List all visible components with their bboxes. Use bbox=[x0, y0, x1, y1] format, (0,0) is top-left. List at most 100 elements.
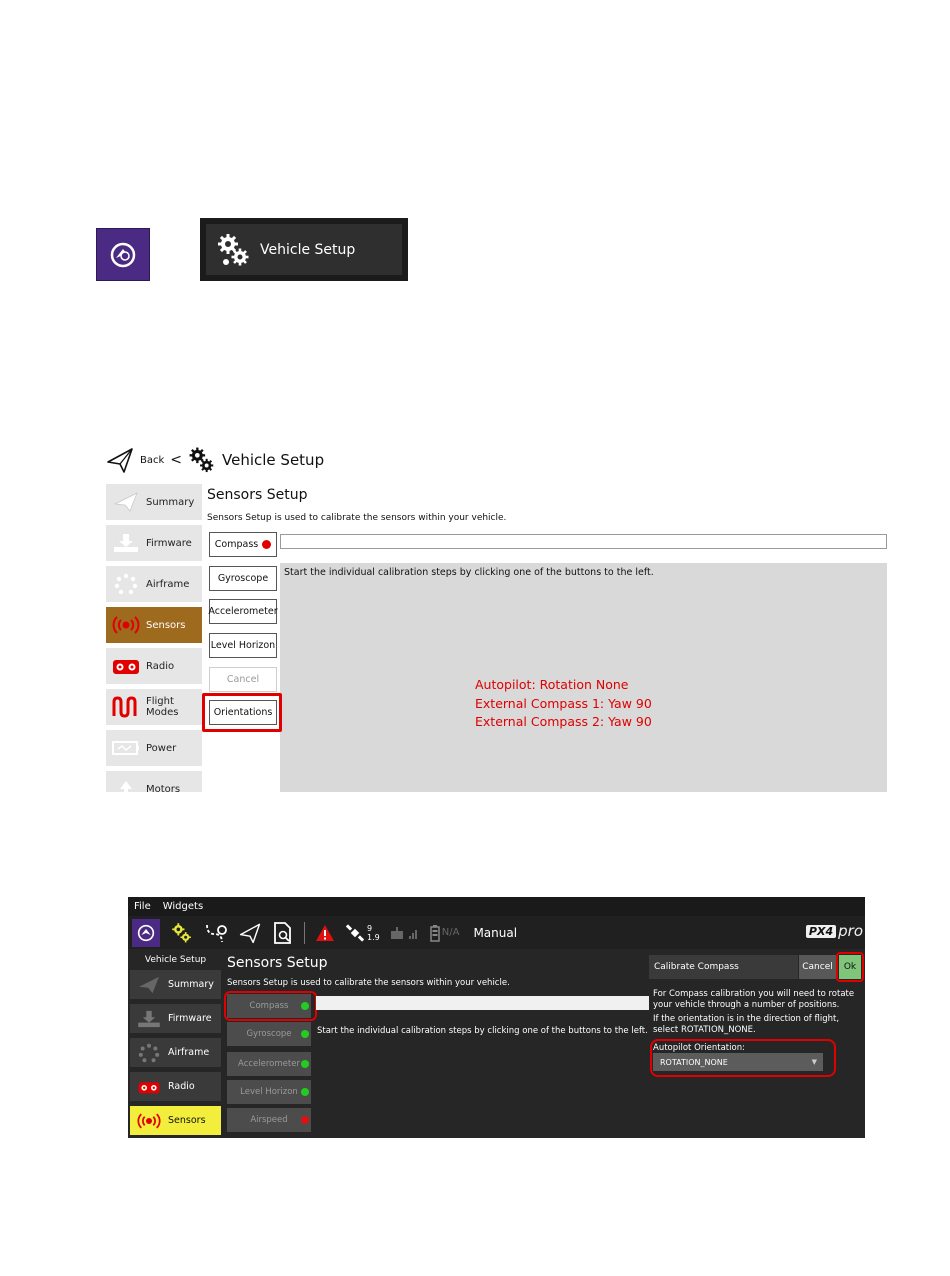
radio-controller-icon bbox=[112, 656, 140, 676]
level-horizon-button[interactable]: Level Horizon bbox=[209, 633, 277, 658]
radio-controller-icon bbox=[136, 1079, 162, 1095]
main-toolbar: 9 1.9 N/A Manual bbox=[128, 916, 865, 949]
sidebar-item-airframe[interactable]: Airframe bbox=[106, 566, 202, 602]
compass-highlight-annotation bbox=[224, 991, 317, 1021]
flight-mode[interactable]: Manual bbox=[473, 926, 517, 940]
sidebar-item-sensors[interactable]: Sensors bbox=[130, 1106, 221, 1135]
sensors-setup-dark-screenshot: File Widgets 9 1.9 N/A Manual PX4 pro Ve… bbox=[128, 897, 865, 1138]
sidebar-item-airframe[interactable]: Airframe bbox=[130, 1038, 221, 1067]
firmware-download-icon bbox=[136, 1010, 162, 1028]
airspeed-button-label: Airspeed bbox=[250, 1115, 288, 1125]
vehicle-setup-banner[interactable]: Vehicle Setup bbox=[200, 218, 408, 281]
airspeed-button[interactable]: Airspeed bbox=[227, 1108, 311, 1132]
orientation-note-compass-2: External Compass 2: Yaw 90 bbox=[475, 714, 652, 729]
satellite-icon bbox=[345, 923, 365, 942]
toolbar-separator bbox=[304, 921, 305, 944]
paper-plane-icon bbox=[112, 492, 140, 512]
orientation-select-highlight-annotation bbox=[650, 1039, 836, 1077]
rc-signal-icon[interactable] bbox=[390, 925, 420, 941]
fly-paper-plane-icon[interactable] bbox=[238, 922, 262, 944]
status-dot-calibrated bbox=[301, 1088, 309, 1096]
sidebar-item-label: Sensors bbox=[168, 1115, 206, 1126]
sidebar-item-summary[interactable]: Summary bbox=[130, 970, 221, 999]
sidebar-item-label: Power bbox=[146, 742, 177, 754]
menu-widgets[interactable]: Widgets bbox=[163, 901, 203, 912]
calibrate-compass-panel: Calibrate Compass Cancel Ok For Compass … bbox=[649, 949, 865, 1138]
gps-status[interactable]: 9 1.9 bbox=[345, 923, 380, 943]
warning-icon[interactable] bbox=[315, 924, 335, 942]
airframe-dots-icon bbox=[136, 1043, 162, 1063]
sensors-setup-description: Sensors Setup is used to calibrate the s… bbox=[227, 978, 510, 988]
analyze-document-icon[interactable] bbox=[272, 921, 294, 944]
sidebar-item-firmware[interactable]: Firmware bbox=[130, 1004, 221, 1033]
power-battery-icon bbox=[112, 739, 140, 757]
calibrate-instructions: For Compass calibration you will need to… bbox=[653, 989, 863, 1039]
sidebar-item-label: Sensors bbox=[146, 619, 186, 631]
calibrate-compass-title: Calibrate Compass bbox=[649, 955, 798, 979]
level-horizon-button-label: Level Horizon bbox=[240, 1087, 298, 1097]
calibration-buttons-column: Compass Gyroscope Accelerometer Level Ho… bbox=[205, 530, 279, 792]
gears-icon[interactable] bbox=[170, 922, 194, 944]
radio-signal-icon bbox=[112, 615, 140, 635]
breadcrumb-separator: < bbox=[170, 452, 183, 468]
sidebar-item-label: Summary bbox=[168, 979, 214, 990]
sensors-setup-title: Sensors Setup bbox=[207, 487, 308, 503]
sidebar-item-label: Firmware bbox=[168, 1013, 212, 1024]
orientation-notes: Autopilot: Rotation None External Compas… bbox=[475, 676, 652, 732]
sidebar-item-flight-modes[interactable]: Flight Modes bbox=[106, 689, 202, 725]
firmware-download-icon bbox=[112, 533, 140, 553]
gyroscope-button-label: Gyroscope bbox=[246, 1029, 292, 1039]
status-dot-not-calibrated bbox=[301, 1116, 309, 1124]
menu-file[interactable]: File bbox=[134, 901, 151, 912]
airframe-dots-icon bbox=[112, 573, 140, 595]
sensors-setup-light-screenshot: Back < Vehicle Setup Summary Firmware Ai… bbox=[106, 440, 887, 792]
sidebar-item-power[interactable]: Power bbox=[106, 730, 202, 766]
calibrate-instruction-rotate: For Compass calibration you will need to… bbox=[653, 989, 855, 1010]
gyroscope-button[interactable]: Gyroscope bbox=[227, 1022, 311, 1046]
calibrate-cancel-button[interactable]: Cancel bbox=[799, 955, 836, 979]
compass-button-label: Compass bbox=[214, 539, 259, 550]
sensors-setup-description: Sensors Setup is used to calibrate the s… bbox=[207, 513, 507, 523]
sidebar-item-label: Radio bbox=[168, 1081, 195, 1092]
level-horizon-button[interactable]: Level Horizon bbox=[227, 1080, 311, 1104]
sidebar-item-sensors[interactable]: Sensors bbox=[106, 607, 202, 643]
accelerometer-button[interactable]: Accelerometer bbox=[208, 599, 278, 624]
gears-icon bbox=[218, 233, 249, 265]
calibration-progress-bar bbox=[280, 534, 887, 549]
orientations-highlight-annotation bbox=[202, 693, 282, 732]
page-title: Vehicle Setup bbox=[222, 451, 325, 469]
radio-signal-icon bbox=[136, 1112, 162, 1130]
qgroundcontrol-app-icon[interactable] bbox=[132, 918, 160, 947]
calibration-progress-bar bbox=[316, 996, 649, 1010]
back-paper-plane-icon[interactable] bbox=[106, 446, 134, 474]
sidebar-item-motors[interactable]: Motors bbox=[106, 771, 202, 792]
sidebar-item-radio[interactable]: Radio bbox=[106, 648, 202, 684]
battery-status[interactable]: N/A bbox=[429, 924, 460, 942]
ok-highlight-annotation bbox=[836, 952, 864, 982]
accelerometer-button-label: Accelerometer bbox=[238, 1059, 300, 1069]
px4-logo-box: PX4 bbox=[805, 924, 837, 938]
orientation-note-compass-1: External Compass 1: Yaw 90 bbox=[475, 695, 652, 711]
satellite-count: 9 bbox=[367, 923, 373, 933]
plan-route-icon[interactable] bbox=[204, 922, 228, 944]
qgroundcontrol-app-icon[interactable] bbox=[96, 228, 150, 281]
qgc-logo-icon bbox=[137, 924, 155, 941]
gyroscope-button[interactable]: Gyroscope bbox=[209, 566, 277, 591]
accelerometer-button[interactable]: Accelerometer bbox=[227, 1052, 311, 1076]
battery-value: N/A bbox=[441, 927, 460, 938]
gps-hdop: 1.9 bbox=[367, 932, 380, 942]
cancel-button[interactable]: Cancel bbox=[209, 667, 277, 692]
status-dot-calibrated bbox=[301, 1030, 309, 1038]
orientation-note-autopilot: Autopilot: Rotation None bbox=[475, 677, 629, 692]
sensors-setup-title: Sensors Setup bbox=[227, 955, 328, 971]
sidebar-item-radio[interactable]: Radio bbox=[130, 1072, 221, 1101]
sidebar-item-firmware[interactable]: Firmware bbox=[106, 525, 202, 561]
light-header: Back < Vehicle Setup bbox=[106, 440, 324, 480]
flight-modes-wave-icon bbox=[112, 696, 140, 718]
dark-sidebar: Vehicle Setup Summary Firmware Airframe … bbox=[128, 949, 223, 1138]
back-link[interactable]: Back bbox=[140, 455, 164, 466]
calibration-instructions: Start the individual calibration steps b… bbox=[284, 567, 654, 578]
sidebar-item-summary[interactable]: Summary bbox=[106, 484, 202, 520]
vehicle-setup-banner-label: Vehicle Setup bbox=[260, 241, 356, 258]
compass-button[interactable]: Compass bbox=[209, 532, 277, 557]
